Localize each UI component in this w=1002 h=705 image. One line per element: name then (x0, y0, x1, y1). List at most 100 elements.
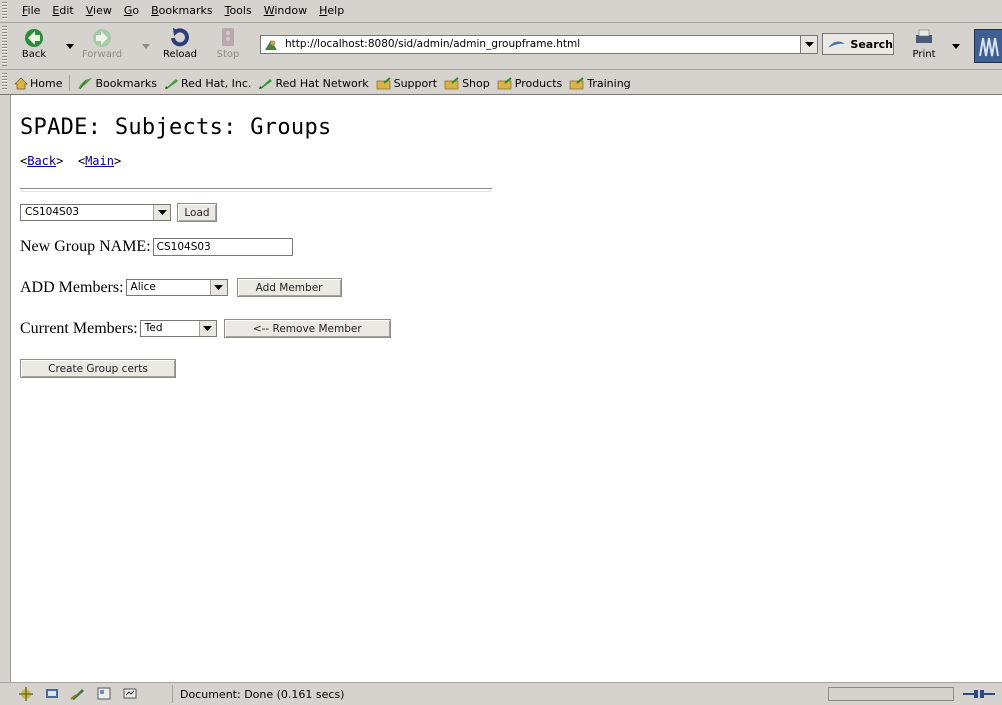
mail-icon[interactable] (44, 686, 60, 701)
bookmark-home[interactable]: Home (14, 77, 62, 90)
bracket: < (77, 154, 86, 168)
reload-icon (171, 28, 189, 47)
bookmark-label: Red Hat Network (275, 76, 369, 90)
stop-icon (222, 28, 234, 46)
load-button[interactable]: Load (177, 203, 217, 222)
print-button[interactable]: Print (902, 26, 946, 66)
menu-bookmarks[interactable]: Bookmarks (145, 3, 218, 18)
bookmark-label: Bookmarks (95, 76, 157, 90)
add-member-button[interactable]: Add Member (236, 278, 342, 297)
printer-icon (916, 29, 932, 43)
url-field[interactable]: http://localhost:8080/sid/admin/admin_gr… (260, 35, 818, 54)
back-arrow-icon (25, 29, 43, 47)
chevron-down-icon (203, 325, 213, 331)
bracket: > (56, 154, 64, 168)
current-members-select[interactable]: Ted (139, 320, 217, 337)
group-select-value: CS104S03 (25, 206, 80, 218)
nav-links: <Back> <Main> (20, 154, 121, 168)
search-button[interactable]: Search (822, 33, 894, 55)
bookmark-label: Support (393, 76, 438, 90)
reload-label: Reload (162, 49, 198, 60)
new-group-name-input[interactable]: CS104S03 (152, 238, 293, 256)
bookmark-link-icon (164, 78, 178, 89)
address-book-icon[interactable] (96, 686, 112, 701)
irc-chat-icon[interactable] (122, 686, 138, 701)
bookmark-folder-products[interactable]: Products (497, 76, 563, 90)
menu-view[interactable]: View (80, 3, 118, 18)
back-button[interactable]: Back (12, 26, 56, 66)
menu-file[interactable]: File (16, 3, 46, 18)
back-dropdown-icon[interactable] (66, 44, 74, 50)
menu-window[interactable]: Window (258, 3, 313, 18)
home-icon (14, 77, 28, 89)
current-members-label: Current Members: (20, 319, 138, 337)
connection-icon[interactable] (962, 686, 996, 702)
stop-label: Stop (216, 49, 240, 60)
search-label: Search (850, 37, 893, 51)
create-group-certs-button[interactable]: Create Group certs (20, 359, 176, 378)
menu-go[interactable]: Go (118, 3, 145, 18)
folder-icon (497, 76, 512, 89)
bookmark-folder-training[interactable]: Training (569, 76, 631, 90)
navigator-icon[interactable] (18, 686, 34, 701)
folder-icon (376, 76, 391, 89)
menu-bar: File Edit View Go Bookmarks Tools Window… (0, 0, 1002, 23)
bookmark-label: Products (514, 76, 563, 90)
remove-member-button[interactable]: <-- Remove Member (223, 319, 391, 338)
bookmark-label: Shop (462, 76, 490, 90)
folder-icon (569, 76, 584, 89)
forward-label: Forward (81, 49, 123, 60)
create-certs-row: Create Group certs (20, 359, 176, 378)
bookmark-bookmarks[interactable]: Bookmarks (77, 76, 157, 90)
stop-button[interactable]: Stop (206, 26, 250, 66)
print-dropdown-icon[interactable] (952, 44, 960, 50)
site-icon (265, 40, 277, 50)
forward-dropdown-icon[interactable] (142, 44, 150, 50)
new-group-row: New Group NAME: CS104S03 (20, 238, 293, 256)
select-arrow (153, 205, 170, 220)
horizontal-rule (20, 188, 492, 192)
current-members-row: Current Members: Ted <-- Remove Member (20, 319, 391, 338)
menu-help[interactable]: Help (313, 3, 350, 18)
search-icon (828, 41, 845, 48)
reload-button[interactable]: Reload (158, 26, 202, 66)
page-content: SPADE: Subjects: Groups <Back> <Main> CS… (10, 95, 1002, 682)
page-title: SPADE: Subjects: Groups (20, 115, 332, 140)
group-select[interactable]: CS104S03 (20, 204, 171, 221)
bookmark-folder-support[interactable]: Support (376, 77, 437, 90)
bookmark-red-hat-network[interactable]: Red Hat Network (258, 76, 369, 90)
current-members-value: Ted (144, 322, 163, 334)
mozilla-logo-icon (979, 37, 999, 57)
throbber-logo[interactable] (974, 29, 1002, 63)
add-members-row: ADD Members: Alice Add Member (20, 278, 342, 297)
url-history-dropdown[interactable] (800, 36, 817, 53)
forward-button[interactable]: Forward (80, 26, 124, 66)
bookmark-folder-shop[interactable]: Shop (444, 77, 490, 90)
menu-tools[interactable]: Tools (219, 3, 258, 18)
select-arrow (198, 321, 216, 336)
bracket: > (113, 154, 122, 168)
group-select-row: CS104S03 Load (20, 203, 217, 222)
component-bar (18, 686, 138, 701)
add-members-select[interactable]: Alice (125, 279, 228, 296)
toolbar-grip[interactable] (2, 73, 7, 91)
chevron-down-icon (214, 284, 224, 290)
back-link[interactable]: Back (27, 154, 56, 168)
chevron-down-icon (157, 209, 167, 215)
select-arrow (209, 280, 227, 295)
chevron-down-icon (804, 41, 814, 47)
menu-edit[interactable]: Edit (46, 3, 79, 18)
toolbar-grip[interactable] (2, 26, 7, 66)
main-link[interactable]: Main (85, 154, 114, 168)
forward-arrow-icon (93, 29, 111, 47)
add-members-label: ADD Members: (20, 278, 124, 296)
print-label: Print (912, 49, 936, 60)
bookmark-label: Red Hat, Inc. (180, 76, 252, 90)
navigation-toolbar: Back Forward Reload Stop http://localhos… (0, 23, 1002, 70)
bookmark-label: Training (587, 76, 631, 90)
new-group-label: New Group NAME: (20, 238, 151, 255)
bookmarks-icon (78, 77, 93, 89)
composer-icon[interactable] (70, 686, 86, 701)
toolbar-grip[interactable] (2, 2, 7, 20)
bookmark-red-hat-inc[interactable]: Red Hat, Inc. (164, 77, 251, 90)
